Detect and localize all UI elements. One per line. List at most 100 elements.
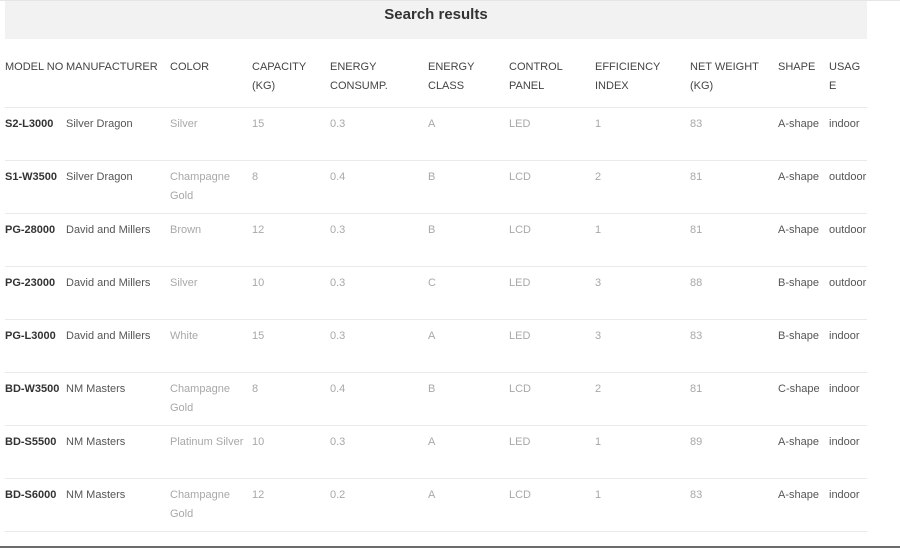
efficiency-index-cell: 2 bbox=[595, 372, 690, 426]
shape-cell: A-shape bbox=[778, 478, 829, 532]
column-header-usage[interactable]: USAGE bbox=[829, 58, 867, 108]
manufacturer-cell: David and Millers bbox=[66, 319, 170, 373]
net-weight-cell: 83 bbox=[690, 107, 778, 161]
efficiency-index-cell: 1 bbox=[595, 107, 690, 161]
capacity-cell: 15 bbox=[252, 107, 330, 161]
net-weight-cell: 81 bbox=[690, 213, 778, 267]
efficiency-index-cell: 3 bbox=[595, 266, 690, 320]
energy-class-cell: B bbox=[428, 372, 509, 426]
manufacturer-cell: NM Masters bbox=[66, 372, 170, 426]
color-cell: Silver bbox=[170, 266, 252, 320]
model-cell: PG-28000 bbox=[5, 213, 66, 267]
energy-consumption-cell: 0.3 bbox=[330, 425, 428, 479]
capacity-cell: 15 bbox=[252, 319, 330, 373]
usage-cell: indoor bbox=[829, 372, 867, 426]
capacity-cell: 10 bbox=[252, 425, 330, 479]
efficiency-index-cell: 1 bbox=[595, 425, 690, 479]
color-cell: Champagne Gold bbox=[170, 160, 252, 214]
control-panel-cell: LCD bbox=[509, 478, 595, 532]
energy-class-cell: B bbox=[428, 213, 509, 267]
usage-cell: indoor bbox=[829, 478, 867, 532]
model-cell: PG-L3000 bbox=[5, 319, 66, 373]
column-header-color[interactable]: COLOR bbox=[170, 58, 252, 108]
efficiency-index-cell: 1 bbox=[595, 213, 690, 267]
usage-cell: outdoor bbox=[829, 160, 867, 214]
shape-cell: C-shape bbox=[778, 372, 829, 426]
capacity-cell: 12 bbox=[252, 213, 330, 267]
capacity-cell: 10 bbox=[252, 266, 330, 320]
energy-consumption-cell: 0.3 bbox=[330, 213, 428, 267]
shape-cell: B-shape bbox=[778, 319, 829, 373]
color-cell: Champagne Gold bbox=[170, 478, 252, 532]
usage-cell: outdoor bbox=[829, 266, 867, 320]
usage-cell: indoor bbox=[829, 319, 867, 373]
table-row[interactable]: PG-23000 David and Millers Silver 10 0.3 C LED… bbox=[5, 266, 867, 320]
net-weight-cell: 89 bbox=[690, 425, 778, 479]
table-row[interactable]: PG-L3000 David and Millers White 15 0.3 A LED 3… bbox=[5, 319, 867, 373]
control-panel-cell: LCD bbox=[509, 372, 595, 426]
net-weight-cell: 81 bbox=[690, 160, 778, 214]
column-header-net-weight[interactable]: NET WEIGHT (KG) bbox=[690, 58, 778, 108]
usage-cell: indoor bbox=[829, 107, 867, 161]
column-header-control-panel[interactable]: CONTROL PANEL bbox=[509, 58, 595, 108]
energy-class-cell: A bbox=[428, 425, 509, 479]
control-panel-cell: LED bbox=[509, 425, 595, 479]
shape-cell: A-shape bbox=[778, 425, 829, 479]
control-panel-cell: LED bbox=[509, 107, 595, 161]
manufacturer-cell: NM Masters bbox=[66, 478, 170, 532]
column-header-energy-class[interactable]: ENERGY CLASS bbox=[428, 58, 509, 108]
column-header-shape[interactable]: SHAPE bbox=[778, 58, 829, 108]
efficiency-index-cell: 3 bbox=[595, 319, 690, 373]
table-row[interactable]: BD-S5500 NM Masters Platinum Silver 10 0.3 A L… bbox=[5, 425, 867, 479]
model-cell: PG-23000 bbox=[5, 266, 66, 320]
column-header-capacity[interactable]: CAPACITY (KG) bbox=[252, 58, 330, 108]
results-table-body: S2-L3000 Silver Dragon Silver 15 0.3 A LED 1 83 A… bbox=[5, 107, 867, 532]
manufacturer-cell: David and Millers bbox=[66, 213, 170, 267]
manufacturer-cell: NM Masters bbox=[66, 425, 170, 479]
usage-cell: indoor bbox=[829, 425, 867, 479]
column-header-model-no[interactable]: MODEL NO bbox=[5, 58, 66, 108]
column-header-manufacturer[interactable]: MANUFACTURER bbox=[66, 58, 170, 108]
model-cell: BD-W3500 bbox=[5, 372, 66, 426]
column-header-energy-consumption[interactable]: ENERGY CONSUMP. bbox=[330, 58, 428, 108]
color-cell: Silver bbox=[170, 107, 252, 161]
results-title: Search results bbox=[384, 6, 488, 23]
control-panel-cell: LED bbox=[509, 319, 595, 373]
color-cell: Brown bbox=[170, 213, 252, 267]
table-row[interactable]: BD-W3500 NM Masters Champagne Gold 8 0.4 B LCD… bbox=[5, 372, 867, 426]
net-weight-cell: 81 bbox=[690, 372, 778, 426]
column-header-efficiency-index[interactable]: EFFICIENCY INDEX bbox=[595, 58, 690, 108]
shape-cell: A-shape bbox=[778, 160, 829, 214]
results-header: Search results bbox=[5, 1, 867, 39]
model-cell: S1-W3500 bbox=[5, 160, 66, 214]
manufacturer-cell: Silver Dragon bbox=[66, 160, 170, 214]
control-panel-cell: LCD bbox=[509, 213, 595, 267]
shape-cell: A-shape bbox=[778, 107, 829, 161]
energy-consumption-cell: 0.2 bbox=[330, 478, 428, 532]
manufacturer-cell: Silver Dragon bbox=[66, 107, 170, 161]
net-weight-cell: 83 bbox=[690, 319, 778, 373]
energy-consumption-cell: 0.4 bbox=[330, 372, 428, 426]
usage-cell: outdoor bbox=[829, 213, 867, 267]
manufacturer-cell: David and Millers bbox=[66, 266, 170, 320]
table-row[interactable]: S2-L3000 Silver Dragon Silver 15 0.3 A LED 1 83 A… bbox=[5, 107, 867, 161]
table-row[interactable]: PG-28000 David and Millers Brown 12 0.3 B LCD 1… bbox=[5, 213, 867, 267]
capacity-cell: 8 bbox=[252, 372, 330, 426]
shape-cell: A-shape bbox=[778, 213, 829, 267]
energy-class-cell: A bbox=[428, 107, 509, 161]
net-weight-cell: 88 bbox=[690, 266, 778, 320]
efficiency-index-cell: 1 bbox=[595, 478, 690, 532]
shape-cell: B-shape bbox=[778, 266, 829, 320]
table-row[interactable]: BD-S6000 NM Masters Champagne Gold 12 0.2 A LC… bbox=[5, 478, 867, 532]
color-cell: Champagne Gold bbox=[170, 372, 252, 426]
net-weight-cell: 83 bbox=[690, 478, 778, 532]
results-table: MODEL NO MANUFACTURER COLOR CAPACITY (KG… bbox=[5, 58, 867, 532]
capacity-cell: 8 bbox=[252, 160, 330, 214]
efficiency-index-cell: 2 bbox=[595, 160, 690, 214]
control-panel-cell: LCD bbox=[509, 160, 595, 214]
color-cell: Platinum Silver bbox=[170, 425, 252, 479]
capacity-cell: 12 bbox=[252, 478, 330, 532]
energy-class-cell: A bbox=[428, 478, 509, 532]
table-header-row: MODEL NO MANUFACTURER COLOR CAPACITY (KG… bbox=[5, 58, 867, 108]
table-row[interactable]: S1-W3500 Silver Dragon Champagne Gold 8 0.4 B… bbox=[5, 160, 867, 214]
